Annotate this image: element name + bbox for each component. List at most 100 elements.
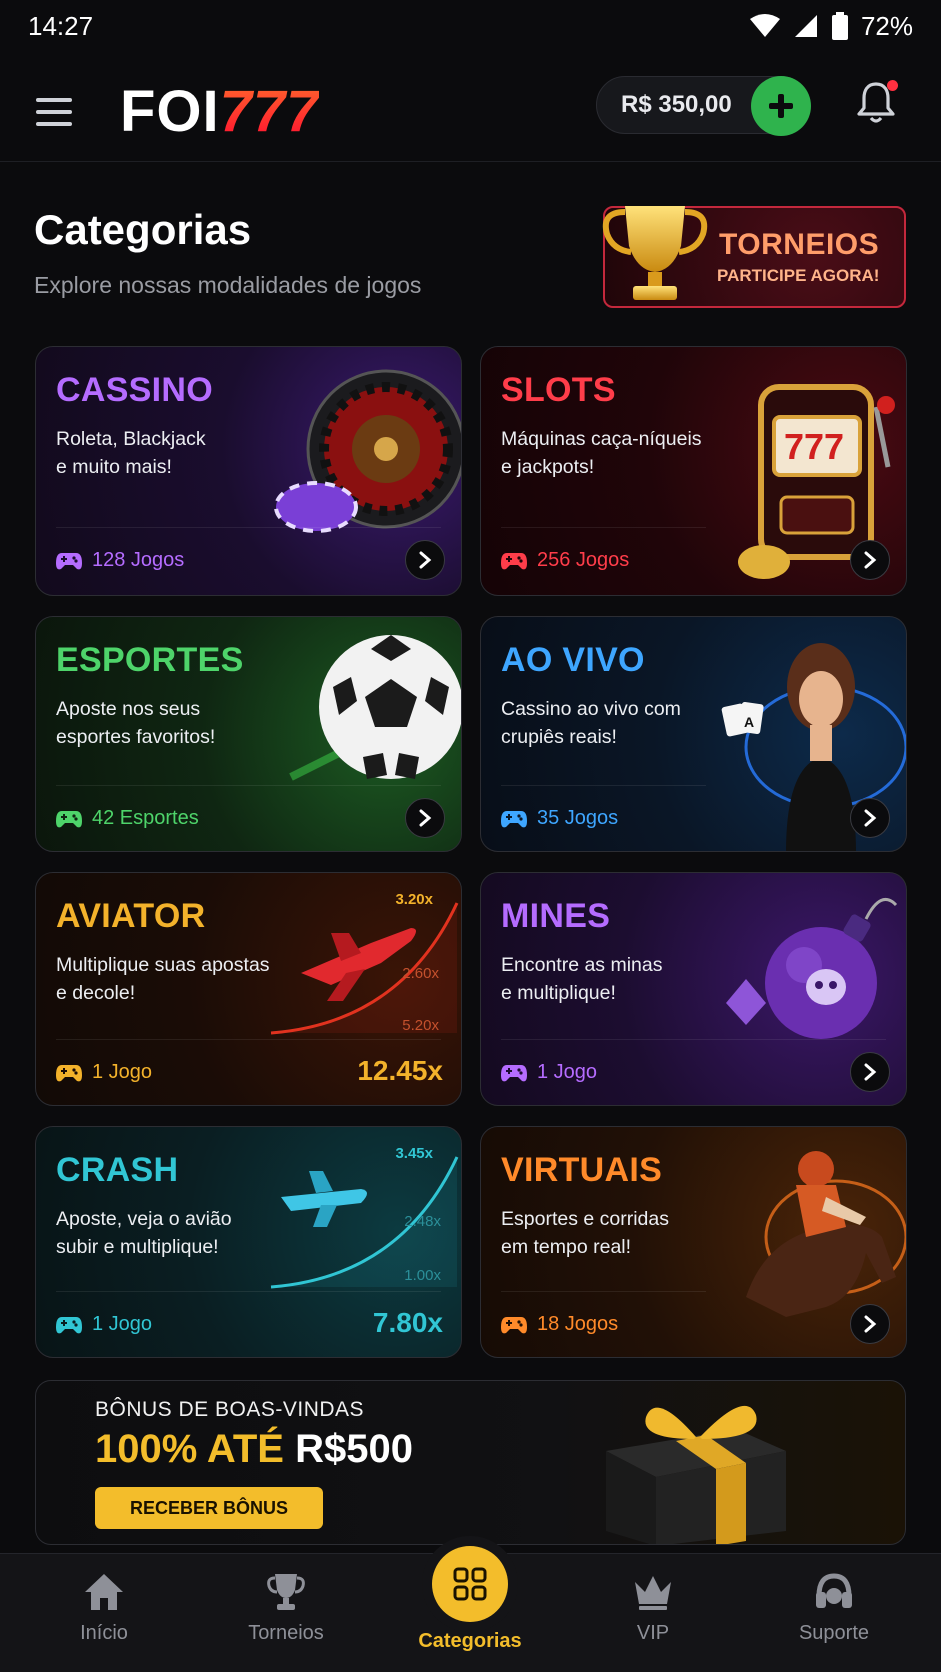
- plus-icon: [769, 94, 793, 118]
- card-divider: [501, 527, 706, 528]
- crown-icon: [635, 1576, 671, 1610]
- aviator-chart-label: 2.60x: [402, 965, 439, 982]
- card-divider: [501, 785, 706, 786]
- chevron-right-icon: [864, 1063, 877, 1081]
- category-card-mines[interactable]: MINES Encontre as minas e multiplique! 1 …: [480, 872, 907, 1106]
- bonus-headline-amount: R$500: [295, 1427, 413, 1471]
- menu-icon-bar: [36, 110, 72, 114]
- category-count-text: 256 Jogos: [537, 549, 630, 571]
- category-desc-line: e decole!: [56, 982, 136, 1004]
- grid-icon: [453, 1567, 487, 1601]
- category-count: 35 Jogos: [501, 807, 618, 830]
- category-card-ao-vivo[interactable]: A AO VIVO Cassino ao vivo com crupiês rea…: [480, 616, 907, 852]
- trophy-icon: [267, 1574, 305, 1610]
- category-card-slots[interactable]: 777 SLOTS Máquinas caça-níqueis e jackpot…: [480, 346, 907, 596]
- wifi-icon: [749, 14, 780, 37]
- nav-item-tournaments[interactable]: Torneios: [216, 1572, 356, 1645]
- gamepad-icon: [56, 552, 82, 569]
- balance-pill[interactable]: R$ 350,00: [596, 76, 811, 136]
- crash-chart-label: 1.00x: [404, 1267, 441, 1284]
- logo-text: FOI: [120, 78, 220, 144]
- category-desc-line: e jackpots!: [501, 456, 595, 478]
- category-desc-line: Aposte, veja o avião: [56, 1208, 232, 1230]
- category-title: VIRTUAIS: [501, 1151, 663, 1189]
- nav-label-active[interactable]: Categorias: [400, 1630, 540, 1653]
- status-bar: 14:27 72%: [0, 0, 941, 52]
- deposit-button[interactable]: [751, 76, 811, 136]
- nav-label: Início: [80, 1622, 128, 1644]
- category-open-button[interactable]: [850, 1304, 890, 1344]
- home-icon: [85, 1574, 123, 1610]
- category-count: 1 Jogo: [56, 1313, 152, 1336]
- chevron-right-icon: [864, 809, 877, 827]
- category-desc-line: Cassino ao vivo com: [501, 698, 681, 720]
- crash-chart-label: 3.45x: [395, 1145, 433, 1162]
- category-description: Máquinas caça-níqueis e jackpots!: [501, 425, 711, 481]
- category-title: AO VIVO: [501, 641, 645, 679]
- category-title: SLOTS: [501, 371, 616, 409]
- category-card-virtuais[interactable]: VIRTUAIS Esportes e corridas em tempo rea…: [480, 1126, 907, 1358]
- gamepad-icon: [501, 1316, 527, 1333]
- aviator-chart-label: 5.20x: [402, 1017, 439, 1034]
- nav-item-categories[interactable]: [432, 1546, 508, 1622]
- category-title: ESPORTES: [56, 641, 244, 679]
- menu-icon-bar: [36, 98, 72, 102]
- category-open-button[interactable]: [850, 1052, 890, 1092]
- nav-item-home[interactable]: Início: [34, 1572, 174, 1645]
- tournaments-banner-title: TORNEIOS: [719, 228, 880, 261]
- category-card-crash[interactable]: 3.45x 2.48x 1.00x CRASH Aposte, veja o a…: [35, 1126, 462, 1358]
- category-count: 256 Jogos: [501, 549, 629, 572]
- category-card-esportes[interactable]: ESPORTES Aposte nos seus esportes favorit…: [35, 616, 462, 852]
- category-desc-line: em tempo real!: [501, 1236, 632, 1258]
- category-open-button[interactable]: [850, 798, 890, 838]
- claim-bonus-button[interactable]: RECEBER BÔNUS: [95, 1487, 323, 1529]
- balance-value: R$ 350,00: [621, 91, 732, 118]
- category-title: CASSINO: [56, 371, 214, 409]
- category-card-cassino[interactable]: CASSINO Roleta, Blackjack e muito mais! 1…: [35, 346, 462, 596]
- category-title: AVIATOR: [56, 897, 206, 935]
- card-divider: [501, 1291, 706, 1292]
- bomb-icon: [726, 897, 898, 1039]
- chevron-right-icon: [419, 551, 432, 569]
- category-count: 42 Esportes: [56, 807, 199, 830]
- crash-chart-label: 2.48x: [404, 1213, 441, 1230]
- tournaments-banner[interactable]: TORNEIOS PARTICIPE AGORA!: [602, 206, 906, 308]
- category-description: Encontre as minas e multiplique!: [501, 951, 701, 1007]
- welcome-bonus-banner[interactable]: BÔNUS DE BOAS-VINDAS 100% ATÉ R$500 RECE…: [35, 1380, 906, 1545]
- category-count: 128 Jogos: [56, 549, 184, 572]
- category-count-text: 35 Jogos: [537, 807, 619, 829]
- category-desc-line: Roleta, Blackjack: [56, 428, 206, 450]
- category-description: Cassino ao vivo com crupiês reais!: [501, 695, 711, 751]
- chevron-right-icon: [864, 551, 877, 569]
- gamepad-icon: [501, 552, 527, 569]
- nav-item-support[interactable]: Suporte: [764, 1572, 904, 1645]
- chevron-right-icon: [864, 1315, 877, 1333]
- gamepad-icon: [56, 1064, 82, 1081]
- page-title: Categorias: [34, 206, 252, 253]
- notifications-button[interactable]: [856, 80, 900, 128]
- category-desc-line: subir e multiplique!: [56, 1236, 219, 1258]
- svg-text:777: 777: [784, 426, 844, 467]
- svg-text:A: A: [744, 714, 754, 730]
- category-open-button[interactable]: [405, 798, 445, 838]
- category-count: 1 Jogo: [56, 1061, 152, 1084]
- category-description: Aposte nos seus esportes favoritos!: [56, 695, 256, 751]
- tournaments-banner-subtitle: PARTICIPE AGORA!: [717, 266, 880, 285]
- nav-item-vip[interactable]: VIP: [583, 1572, 723, 1645]
- card-divider: [56, 527, 441, 528]
- brand-logo[interactable]: FOI 777: [120, 76, 319, 146]
- signal-icon: [794, 15, 817, 37]
- category-count-text: 42 Esportes: [92, 807, 199, 829]
- trophy-icon: [602, 206, 708, 300]
- category-count-text: 1 Jogo: [537, 1061, 598, 1083]
- category-open-button[interactable]: [405, 540, 445, 580]
- category-title: MINES: [501, 897, 611, 935]
- category-desc-line: Máquinas caça-níqueis: [501, 428, 702, 450]
- category-count-text: 18 Jogos: [537, 1313, 619, 1335]
- category-card-aviator[interactable]: 3.20x 2.60x 5.20x AVIATOR Multiplique su…: [35, 872, 462, 1106]
- category-title: CRASH: [56, 1151, 179, 1189]
- menu-button[interactable]: [36, 90, 80, 134]
- category-description: Multiplique suas apostas e decole!: [56, 951, 286, 1007]
- category-open-button[interactable]: [850, 540, 890, 580]
- category-desc-line: Aposte nos seus: [56, 698, 201, 720]
